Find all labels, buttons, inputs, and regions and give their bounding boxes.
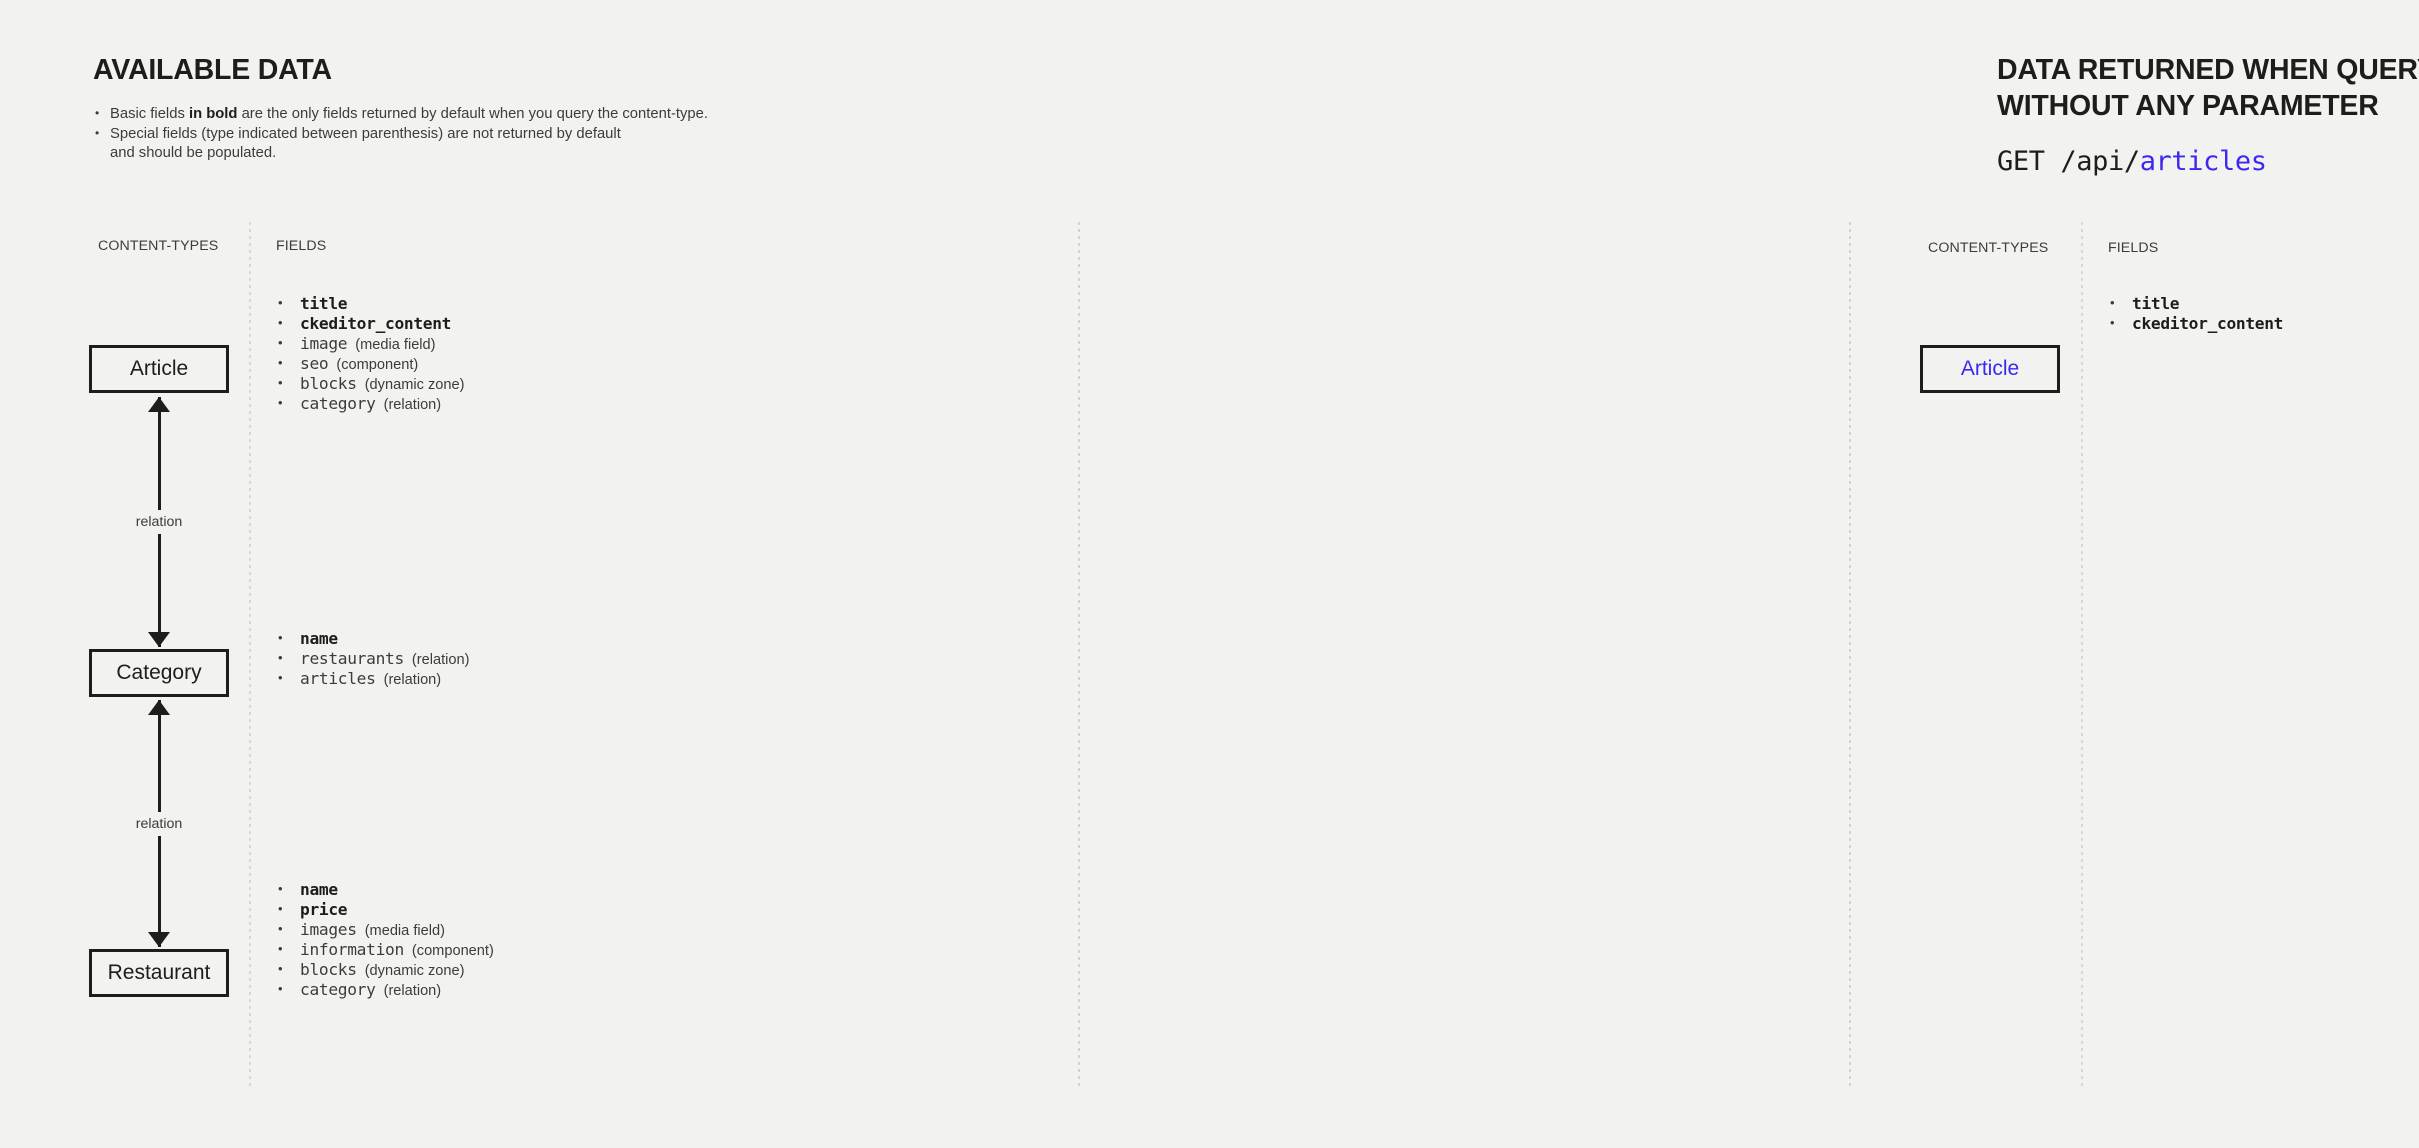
field-type: (dynamic zone) bbox=[364, 377, 465, 393]
field-name: seo bbox=[300, 354, 329, 373]
field-row: category (relation) bbox=[276, 979, 494, 1000]
relation-label: relation bbox=[129, 510, 189, 534]
intro-bullet-2-pre: Special fields (type indicated between p… bbox=[110, 125, 621, 142]
field-type: (relation) bbox=[383, 672, 442, 688]
field-name: ckeditor_content bbox=[300, 314, 452, 333]
field-row: blocks (dynamic zone) bbox=[276, 959, 494, 980]
panel-1-inner-divider bbox=[249, 222, 251, 1089]
field-name: blocks bbox=[300, 960, 357, 979]
panel-query-no-parameter: DATA RETURNED WHEN QUERYING ARTICLES WIT… bbox=[1078, 0, 2419, 1148]
field-row: articles (relation) bbox=[276, 668, 470, 689]
field-type: (relation) bbox=[383, 983, 442, 999]
field-name: blocks bbox=[300, 374, 357, 393]
field-row: seo (component) bbox=[276, 353, 464, 374]
field-name: restaurants bbox=[300, 649, 404, 668]
field-list-category: name restaurants (relation) articles (rela… bbox=[276, 628, 470, 689]
intro-bullet-list: Basic fields in bold are the only fields… bbox=[93, 104, 853, 164]
field-row: information (component) bbox=[276, 939, 494, 960]
intro-bullet-1-pre: Basic fields bbox=[110, 106, 189, 122]
relation-arrow-category-restaurant: relation bbox=[89, 700, 229, 947]
arrow-head-down-icon bbox=[148, 932, 170, 947]
intro-bullet-1-bold: in bold bbox=[188, 106, 238, 122]
panel-1-heading-text: AVAILABLE DATA bbox=[93, 54, 332, 86]
relation-arrow-article-category: relation bbox=[89, 397, 229, 647]
diagram-canvas: AVAILABLE DATA Basic fields in bold are … bbox=[0, 0, 2419, 1148]
field-type: (relation) bbox=[411, 652, 470, 668]
field-name: name bbox=[300, 629, 338, 648]
panel-1-label-fields: FIELDS bbox=[276, 238, 327, 254]
field-type: (component) bbox=[336, 357, 419, 373]
panel-available-data: AVAILABLE DATA Basic fields in bold are … bbox=[0, 0, 1078, 1148]
intro-bullet-2: Special fields (type indicated between p… bbox=[93, 124, 853, 164]
intro-bullet-1-post: are the only fields returned by default … bbox=[237, 106, 708, 122]
panel-1-label-content-types: CONTENT-TYPES bbox=[98, 238, 219, 254]
field-list-restaurant: name price images (media field) informati… bbox=[276, 879, 494, 1000]
field-name: title bbox=[300, 294, 348, 313]
intro-bullet-2-cont: and should be populated. bbox=[110, 145, 277, 161]
panel-query-populate-all: DATA RETURNED WHEN QUERYING ARTICLES AND… bbox=[1849, 0, 2419, 1148]
field-name: information bbox=[300, 940, 404, 959]
field-type: (media field) bbox=[355, 337, 436, 353]
field-row: category (relation) bbox=[276, 393, 464, 414]
field-name: name bbox=[300, 880, 338, 899]
field-row: restaurants (relation) bbox=[276, 648, 470, 669]
field-name: image bbox=[300, 334, 348, 353]
field-row: images (media field) bbox=[276, 919, 494, 940]
field-row: name bbox=[276, 879, 494, 900]
field-name: images bbox=[300, 920, 357, 939]
field-name: category bbox=[300, 980, 376, 999]
field-type: (component) bbox=[411, 943, 494, 959]
field-row: title bbox=[276, 293, 464, 314]
content-type-box-article-label: Article bbox=[129, 357, 189, 380]
intro-bullet-1: Basic fields in bold are the only fields… bbox=[93, 104, 853, 125]
field-type: (relation) bbox=[383, 397, 442, 413]
field-type: (media field) bbox=[364, 923, 445, 939]
arrow-head-up-icon bbox=[148, 397, 170, 412]
field-list-article: title ckeditor_content image (media field… bbox=[276, 293, 465, 414]
field-name: price bbox=[300, 900, 348, 919]
field-name: articles bbox=[300, 669, 376, 688]
field-name: category bbox=[300, 394, 376, 413]
field-row: blocks (dynamic zone) bbox=[276, 373, 465, 394]
field-row: ckeditor_content bbox=[276, 313, 464, 334]
field-type: (dynamic zone) bbox=[364, 963, 465, 979]
panel-1-heading: AVAILABLE DATA bbox=[93, 53, 332, 89]
field-row: image (media field) bbox=[276, 333, 464, 354]
field-row: price bbox=[276, 899, 494, 920]
relation-label: relation bbox=[129, 811, 189, 836]
content-type-box-restaurant[interactable]: Restaurant bbox=[89, 949, 229, 997]
arrow-head-up-icon bbox=[148, 700, 170, 715]
content-type-box-restaurant-label: Restaurant bbox=[107, 961, 211, 984]
content-type-box-category[interactable]: Category bbox=[89, 649, 229, 697]
field-row: name bbox=[276, 628, 470, 649]
content-type-box-category-label: Category bbox=[116, 661, 202, 684]
content-type-box-article[interactable]: Article bbox=[89, 345, 229, 393]
arrow-head-down-icon bbox=[148, 632, 170, 647]
